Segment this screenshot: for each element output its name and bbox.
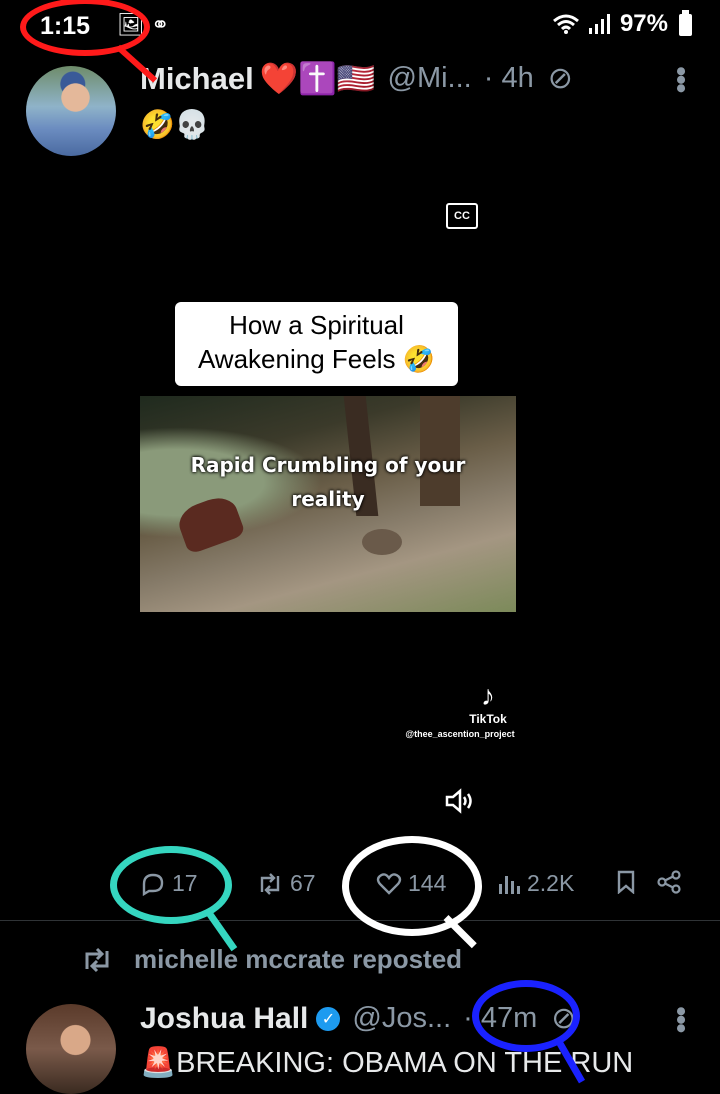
- wifi-icon: [552, 14, 579, 34]
- share-icon: [657, 870, 681, 894]
- bookmark-icon: [617, 870, 635, 894]
- tiktok-label: TikTok: [469, 712, 507, 726]
- caption-line-1: How a Spiritual: [229, 310, 404, 340]
- repost-notice[interactable]: michelle mccrate reposted: [80, 944, 462, 975]
- repost-icon: [260, 872, 280, 895]
- tiktok-username: @thee_ascention_project: [405, 729, 515, 739]
- video-animal: [362, 529, 402, 555]
- cell-signal-icon: [588, 14, 610, 34]
- battery-icon: [679, 10, 692, 36]
- annotation-circle-white: [342, 836, 482, 936]
- display-name[interactable]: Michael: [140, 61, 254, 97]
- tweet-text: 🤣💀: [140, 109, 210, 140]
- battery-percent: 97%: [619, 10, 668, 37]
- handle[interactable]: @Mi...: [388, 62, 472, 95]
- repost-notice-text: michelle mccrate reposted: [134, 944, 463, 974]
- video-frame[interactable]: Rapid Crumbling of your reality: [140, 396, 516, 612]
- views-button[interactable]: 2.2K: [497, 870, 574, 897]
- tweet-text: 🚨BREAKING: OBAMA ON THE RUN: [140, 1047, 634, 1079]
- overlay-line-1: Rapid Crumbling of your: [190, 453, 466, 477]
- more-options-icon[interactable]: •••: [664, 1006, 697, 1032]
- views-icon: [499, 875, 520, 894]
- avatar[interactable]: [26, 1004, 116, 1094]
- video-overlay-text: Rapid Crumbling of your reality: [140, 448, 516, 516]
- more-options-icon[interactable]: •••: [664, 66, 697, 92]
- timestamp[interactable]: · 4h: [484, 62, 534, 95]
- verified-badge-icon: ✓: [316, 1006, 341, 1031]
- bookmark-button[interactable]: [616, 870, 636, 894]
- overlay-line-2: reality: [291, 487, 365, 511]
- annotation-circle-teal: [110, 846, 232, 924]
- tiktok-logo-icon: ♪: [481, 680, 495, 711]
- repost-button[interactable]: 67: [256, 870, 316, 897]
- grok-icon[interactable]: ⊘: [548, 61, 573, 96]
- status-right: 97%: [552, 10, 668, 38]
- caption-line-2: Awakening Feels 🤣: [197, 344, 436, 374]
- annotation-circle-blue: [472, 980, 580, 1052]
- display-name[interactable]: Joshua Hall: [140, 1002, 308, 1036]
- repost-count: 67: [290, 870, 316, 896]
- views-count: 2.2K: [527, 870, 575, 896]
- volume-icon[interactable]: [444, 788, 474, 814]
- handle[interactable]: @Jos...: [352, 1002, 451, 1035]
- annotation-circle-red: [20, 0, 150, 56]
- video-caption: How a Spiritual Awakening Feels 🤣: [175, 302, 458, 386]
- tweet-header: Michael ❤️✝️🇺🇸 @Mi... · 4h ⊘: [140, 60, 573, 97]
- share-button[interactable]: [656, 870, 682, 894]
- avatar[interactable]: [26, 66, 116, 156]
- repost-icon: [85, 947, 109, 972]
- closed-captions-button[interactable]: CC: [446, 203, 478, 229]
- name-emojis: ❤️✝️🇺🇸: [259, 61, 376, 96]
